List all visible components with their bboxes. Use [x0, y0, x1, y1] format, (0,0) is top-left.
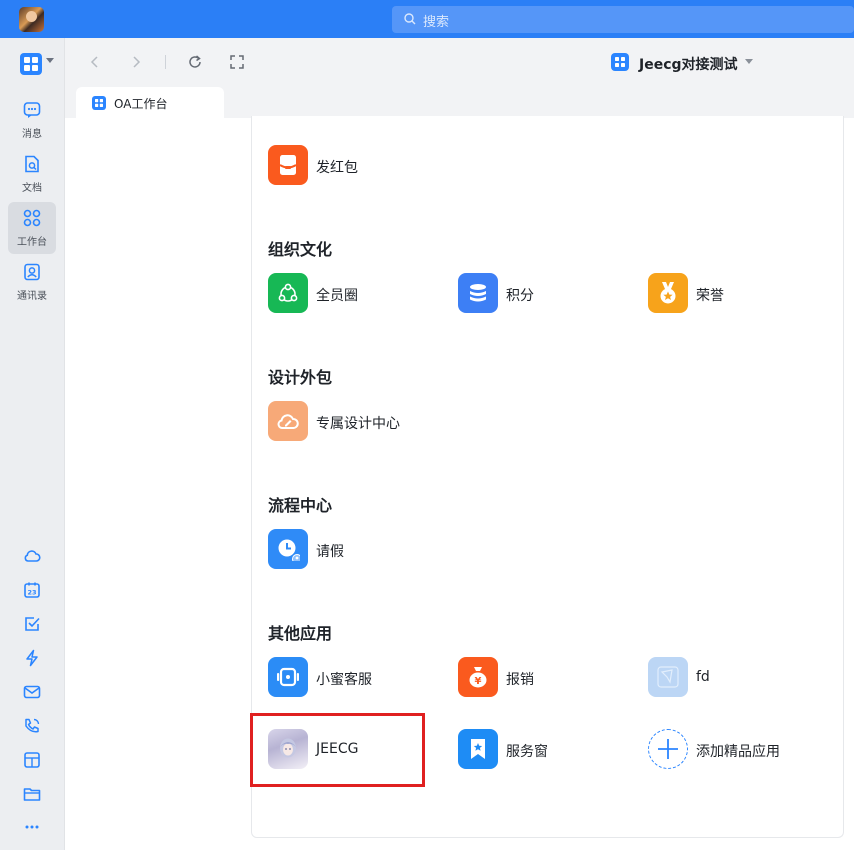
sidebar-item-label: 通讯录	[17, 291, 47, 302]
sidebar-item-docs[interactable]: 文档	[8, 148, 56, 200]
app-label: 专属设计中心	[316, 416, 400, 432]
message-icon	[23, 102, 41, 118]
top-bar: 搜索	[0, 0, 854, 38]
section-title: 组织文化	[268, 240, 333, 259]
sidebar-item-label: 文档	[22, 183, 42, 194]
add-app-button[interactable]: 添加精品应用	[648, 729, 818, 771]
app-label: 报销	[506, 672, 534, 688]
document-icon	[25, 155, 39, 173]
app-label: 发红包	[316, 160, 358, 176]
tab-bar: OA工作台	[65, 86, 854, 118]
plus-icon	[648, 729, 688, 769]
workbench-tab-icon	[92, 96, 106, 110]
design-cloud-icon	[268, 401, 308, 441]
sidebar-item-contacts[interactable]: 通讯录	[8, 256, 56, 308]
app-label: fd	[696, 669, 710, 685]
app-label: 小蜜客服	[316, 672, 372, 688]
medal-icon	[648, 273, 688, 313]
customer-service-icon	[268, 657, 308, 697]
search-placeholder: 搜索	[423, 15, 450, 30]
section-title: 设计外包	[268, 368, 333, 387]
app-points[interactable]: 积分	[458, 273, 628, 315]
back-icon[interactable]	[87, 54, 103, 70]
cloud-icon[interactable]	[23, 547, 41, 565]
app-label: 积分	[506, 288, 534, 304]
toolbar: Jeecg对接测试	[65, 38, 854, 86]
calendar-day: 23	[27, 589, 36, 597]
phone-icon[interactable]	[23, 717, 41, 735]
flash-icon[interactable]	[23, 649, 41, 667]
coins-icon	[458, 273, 498, 313]
todo-icon[interactable]	[23, 615, 41, 633]
app-label: 荣誉	[696, 288, 724, 304]
org-icon	[611, 53, 629, 71]
app-switcher-button[interactable]	[20, 53, 42, 75]
svg-text:¥: ¥	[475, 676, 482, 687]
folder-icon[interactable]	[23, 785, 41, 803]
clock-icon	[268, 529, 308, 569]
refresh-icon[interactable]	[187, 54, 203, 70]
workbench-icon	[23, 209, 41, 227]
app-label: 全员圈	[316, 288, 358, 304]
fd-app-icon	[648, 657, 688, 697]
app-red-packet[interactable]: 发红包	[268, 145, 438, 187]
app-assistant-service[interactable]: 小蜜客服	[268, 657, 438, 699]
search-input[interactable]: 搜索	[392, 6, 854, 33]
app-label: 服务窗	[506, 744, 548, 760]
highlight-annotation	[250, 713, 425, 787]
app-fd[interactable]: fd	[648, 657, 818, 699]
sidebar-item-label: 消息	[22, 129, 42, 140]
app-all-staff-circle[interactable]: 全员圈	[268, 273, 438, 315]
sidebar-item-workbench[interactable]: 工作台	[8, 202, 56, 254]
section-title: 其他应用	[268, 624, 333, 643]
app-design-center[interactable]: 专属设计中心	[268, 401, 438, 443]
grid-icon	[24, 57, 38, 71]
section-title: 流程中心	[268, 496, 333, 515]
more-icon[interactable]	[23, 818, 41, 836]
chevron-down-icon	[745, 59, 753, 64]
calendar-icon[interactable]: 23	[23, 581, 41, 599]
forward-icon[interactable]	[128, 54, 144, 70]
tab-oa-workbench[interactable]: OA工作台	[76, 87, 224, 118]
fullscreen-icon[interactable]	[229, 54, 245, 70]
mail-icon[interactable]	[23, 683, 41, 701]
contacts-icon	[24, 263, 40, 281]
app-honor[interactable]: 荣誉	[648, 273, 818, 315]
user-avatar[interactable]	[19, 7, 44, 32]
app-service-window[interactable]: 服务窗	[458, 729, 628, 771]
app-leave[interactable]: 请假	[268, 529, 438, 571]
app-label: 添加精品应用	[696, 744, 780, 760]
red-packet-icon	[268, 145, 308, 185]
left-sidebar: 消息 文档 工作台 通讯录 23	[0, 38, 65, 850]
chevron-down-icon[interactable]	[46, 58, 54, 63]
report-icon[interactable]	[23, 751, 41, 769]
circle-icon	[268, 273, 308, 313]
sidebar-item-label: 工作台	[17, 237, 47, 248]
workbench-content: 发红包 组织文化 全员圈 积分 荣誉 设计外包 专属设计中心 流程中心 请假 其…	[65, 116, 854, 850]
sidebar-item-messages[interactable]: 消息	[8, 94, 56, 146]
bookmark-star-icon	[458, 729, 498, 769]
app-label: 请假	[316, 544, 344, 560]
search-icon	[404, 13, 416, 25]
tab-label: OA工作台	[114, 97, 168, 111]
toolbar-divider	[165, 55, 166, 69]
money-bag-icon: ¥	[458, 657, 498, 697]
org-name: Jeecg对接测试	[639, 57, 738, 73]
app-reimbursement[interactable]: ¥ 报销	[458, 657, 628, 699]
